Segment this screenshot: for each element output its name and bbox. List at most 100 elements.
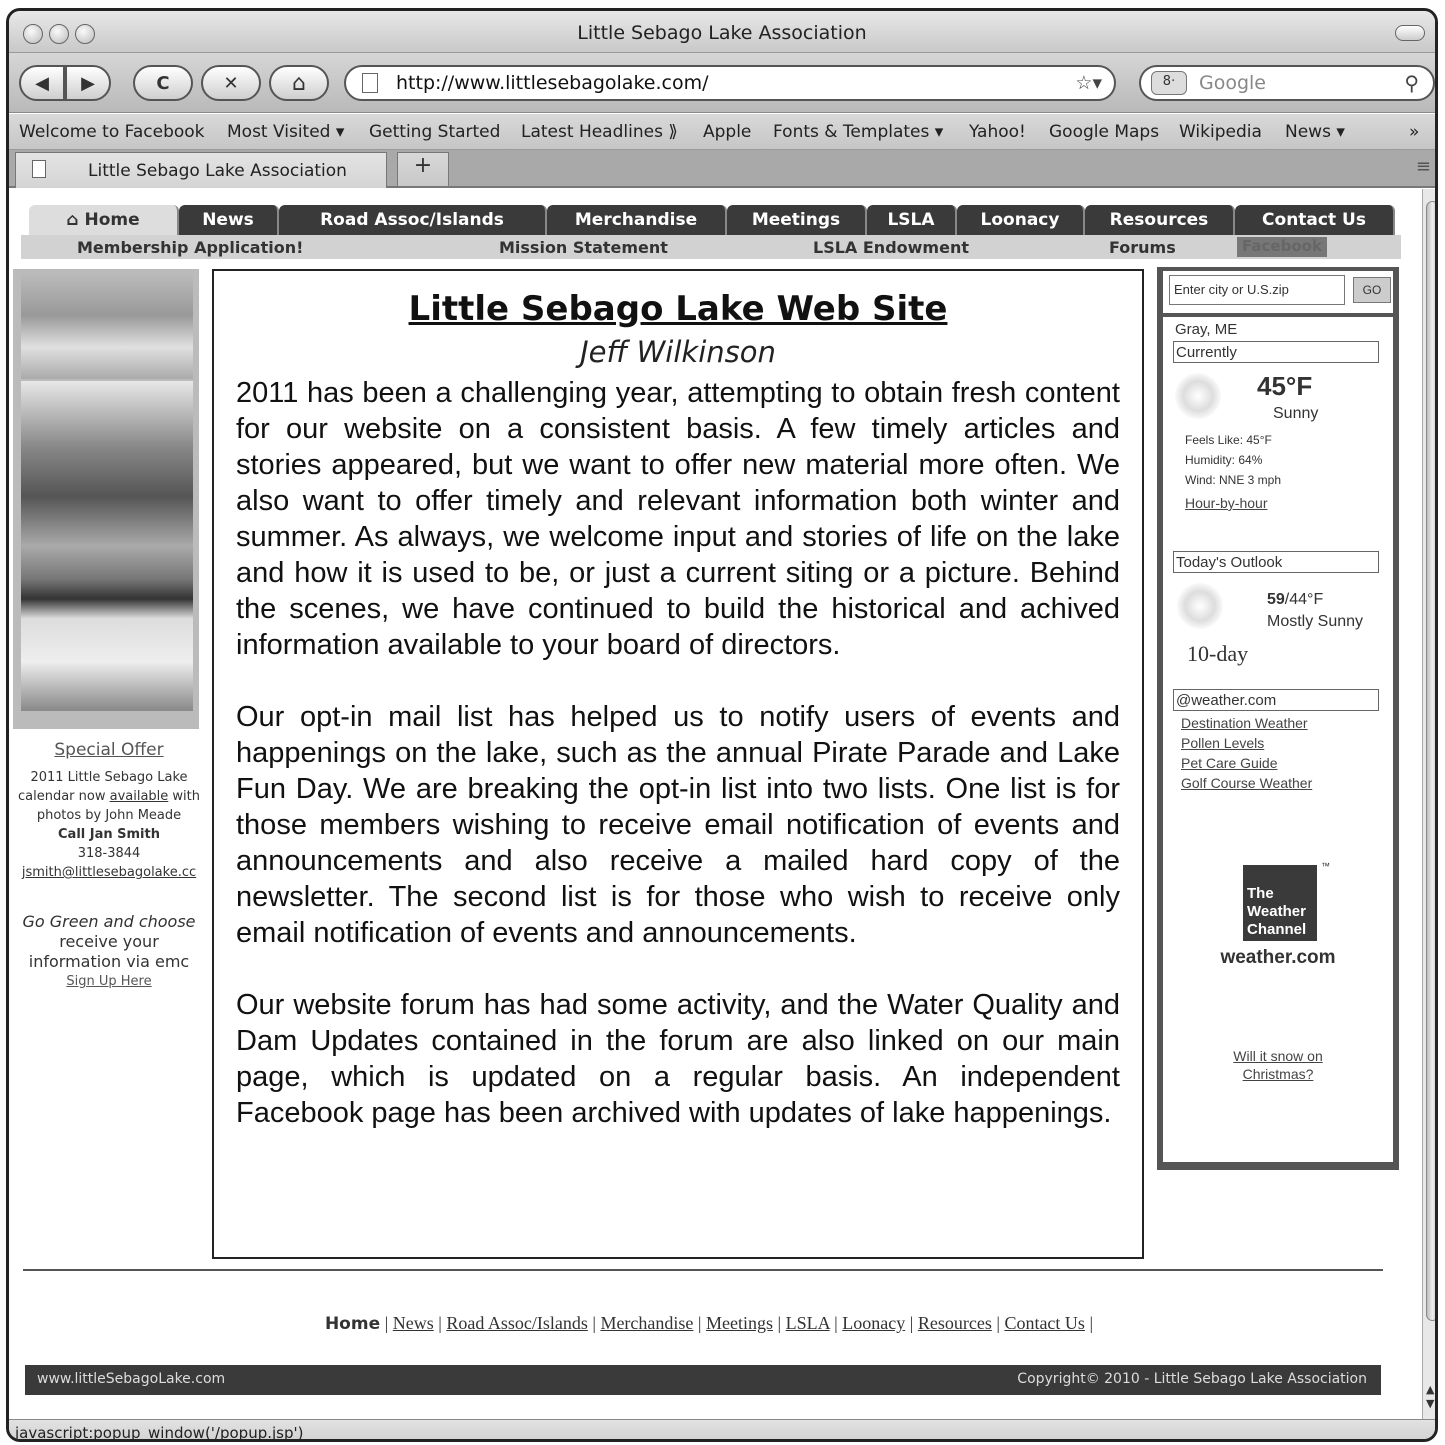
stop-button[interactable]: ✕ — [201, 65, 261, 101]
subnav-mission[interactable]: Mission Statement — [499, 238, 668, 257]
humidity: Humidity: 64% — [1185, 453, 1263, 467]
home-button[interactable]: ⌂ — [269, 65, 329, 101]
nav-contact-us[interactable]: Contact Us — [1235, 205, 1395, 235]
calendar-line-5: 318-3844 — [77, 846, 141, 861]
trademark-mark: ™ — [1321, 861, 1330, 871]
bookmark-wikipedia[interactable]: Wikipedia — [1179, 122, 1262, 142]
pet-care-guide-link[interactable]: Pet Care Guide — [1181, 755, 1278, 771]
nav-merchandise[interactable]: Merchandise — [547, 205, 727, 235]
bookmark-yahoo[interactable]: Yahoo! — [969, 122, 1026, 142]
snow-christmas-link[interactable]: Will it snow on Christmas? — [1163, 1047, 1393, 1083]
article-paragraph-3: Our website forum has had some activity,… — [236, 989, 1120, 1129]
todays-outlook-label: Today's Outlook — [1173, 551, 1379, 573]
article-author: Jeff Wilkinson — [580, 335, 776, 369]
wind: Wind: NNE 3 mph — [1185, 473, 1282, 487]
page-icon — [362, 73, 378, 93]
bookmark-facebook[interactable]: Welcome to Facebook — [19, 122, 205, 142]
outlook-condition: Mostly Sunny — [1267, 613, 1364, 630]
tab-bar: Little Sebago Lake Association + ≡ — [9, 150, 1435, 188]
nav-loonacy[interactable]: Loonacy — [957, 205, 1085, 235]
pollen-levels-link[interactable]: Pollen Levels — [1181, 735, 1264, 751]
email-link[interactable]: jsmith@littlesebagolake.cc — [9, 863, 209, 882]
search-engine-icon[interactable]: 8· — [1151, 71, 1187, 95]
new-tab-button[interactable]: + — [397, 152, 449, 186]
sign-up-link[interactable]: Sign Up Here — [9, 972, 209, 991]
subnav-membership[interactable]: Membership Application! — [77, 238, 303, 257]
nav-news[interactable]: News — [179, 205, 279, 235]
footer-merchandise[interactable]: Merchandise — [600, 1313, 693, 1333]
lake-photo-strip — [13, 269, 199, 729]
ten-day-link[interactable]: 10-day — [1187, 641, 1248, 667]
toolbar-toggle-icon[interactable] — [1395, 25, 1425, 41]
scroll-thumb[interactable] — [1426, 201, 1435, 1321]
sun-icon-outlook — [1177, 583, 1223, 629]
current-condition: Sunny — [1273, 405, 1319, 422]
footer-news[interactable]: News — [393, 1313, 434, 1333]
bookmarks-overflow-icon[interactable]: » — [1409, 122, 1419, 142]
search-field[interactable]: 8· Google ⚲ — [1139, 65, 1435, 101]
special-offer-link[interactable]: Special Offer — [9, 741, 209, 760]
kayak-photo — [21, 273, 193, 379]
available-link[interactable]: available — [110, 789, 169, 804]
url-text: http://www.littlesebagolake.com/ — [396, 72, 709, 94]
weather-widget: Enter city or U.S.zip GO Gray, ME Curren… — [1157, 267, 1399, 1170]
hour-by-hour-link[interactable]: Hour-by-hour — [1185, 495, 1267, 511]
subnav-facebook[interactable]: Facebook — [1237, 237, 1327, 257]
tab-label: Little Sebago Lake Association — [88, 161, 347, 181]
footer-meetings[interactable]: Meetings — [706, 1313, 773, 1333]
footer-lsla[interactable]: LSLA — [786, 1313, 830, 1333]
search-placeholder: Google — [1199, 72, 1267, 94]
calendar-line-4: Call Jan Smith — [58, 827, 160, 842]
footer-contact-us[interactable]: Contact Us — [1004, 1313, 1085, 1333]
destination-weather-link[interactable]: Destination Weather — [1181, 715, 1308, 731]
footer-loonacy[interactable]: Loonacy — [842, 1313, 905, 1333]
footer-copyright: Copyright© 2010 - Little Sebago Lake Ass… — [1017, 1371, 1367, 1387]
title-bar: Little Sebago Lake Association — [9, 11, 1435, 53]
site-subnav: Membership Application! Mission Statemen… — [21, 235, 1401, 259]
nav-resources[interactable]: Resources — [1085, 205, 1235, 235]
weather-com-logo[interactable]: weather.com — [1163, 947, 1393, 969]
navigation-toolbar: ◀ ▶ C ✕ ⌂ http://www.littlesebagolake.co… — [9, 53, 1435, 113]
article-paragraph-2: Our opt-in mail list has helped us to no… — [236, 701, 1120, 949]
subnav-forums[interactable]: Forums — [1109, 238, 1176, 257]
nav-home[interactable]: ⌂ Home — [29, 205, 179, 235]
golf-course-weather-link[interactable]: Golf Course Weather — [1181, 775, 1312, 791]
weather-channel-logo[interactable]: The Weather Channel — [1243, 865, 1317, 941]
bookmark-news[interactable]: News ▾ — [1285, 122, 1345, 142]
main-article: Little Sebago Lake Web Site Jeff Wilkins… — [212, 269, 1144, 1259]
bookmark-apple[interactable]: Apple — [703, 122, 751, 142]
weather-com-label: @weather.com — [1173, 689, 1379, 711]
scroll-arrows-icon[interactable]: ▲ ▼ — [1426, 1383, 1434, 1411]
forward-button[interactable]: ▶ — [65, 65, 111, 101]
sun-icon — [1175, 373, 1221, 419]
magnifier-icon[interactable]: ⚲ — [1404, 71, 1419, 95]
bookmark-star-icon[interactable]: ☆▾ — [1075, 72, 1102, 94]
bookmark-google-maps[interactable]: Google Maps — [1049, 122, 1159, 142]
bookmark-most-visited[interactable]: Most Visited ▾ — [227, 122, 344, 142]
footer-home[interactable]: Home — [325, 1314, 380, 1334]
browser-window: Little Sebago Lake Association ◀ ▶ C ✕ ⌂… — [6, 8, 1438, 1442]
footer-divider — [23, 1269, 1383, 1271]
footer-resources[interactable]: Resources — [918, 1313, 992, 1333]
reload-button[interactable]: C — [133, 65, 193, 101]
weather-search-input[interactable]: Enter city or U.S.zip — [1169, 275, 1345, 305]
subnav-endowment[interactable]: LSLA Endowment — [813, 238, 969, 257]
nav-lsla[interactable]: LSLA — [867, 205, 957, 235]
tab-list-icon[interactable]: ≡ — [1416, 156, 1431, 177]
weather-go-button[interactable]: GO — [1353, 277, 1391, 303]
status-bar: javascript:popup_window('/popup.jsp') — [9, 1419, 1435, 1439]
url-bar[interactable]: http://www.littlesebagolake.com/ ☆▾ — [344, 65, 1116, 101]
nav-meetings[interactable]: Meetings — [727, 205, 867, 235]
calendar-line-1: 2011 Little Sebago Lake — [30, 770, 188, 785]
back-button[interactable]: ◀ — [19, 65, 65, 101]
bookmark-getting-started[interactable]: Getting Started — [369, 122, 500, 142]
bookmark-latest-headlines[interactable]: Latest Headlines ⟫ — [521, 122, 678, 142]
vertical-scrollbar[interactable]: ▲ ▼ — [1422, 189, 1435, 1419]
bookmark-fonts-templates[interactable]: Fonts & Templates ▾ — [773, 122, 943, 142]
tab-page-icon — [32, 160, 46, 178]
footer-road-assoc[interactable]: Road Assoc/Islands — [446, 1313, 588, 1333]
outlook-temps: 59/44°F — [1267, 591, 1324, 608]
calendar-line-3: photos by John Meade — [36, 808, 182, 823]
tab-little-sebago[interactable]: Little Sebago Lake Association — [15, 152, 387, 188]
nav-road-assoc[interactable]: Road Assoc/Islands — [279, 205, 547, 235]
